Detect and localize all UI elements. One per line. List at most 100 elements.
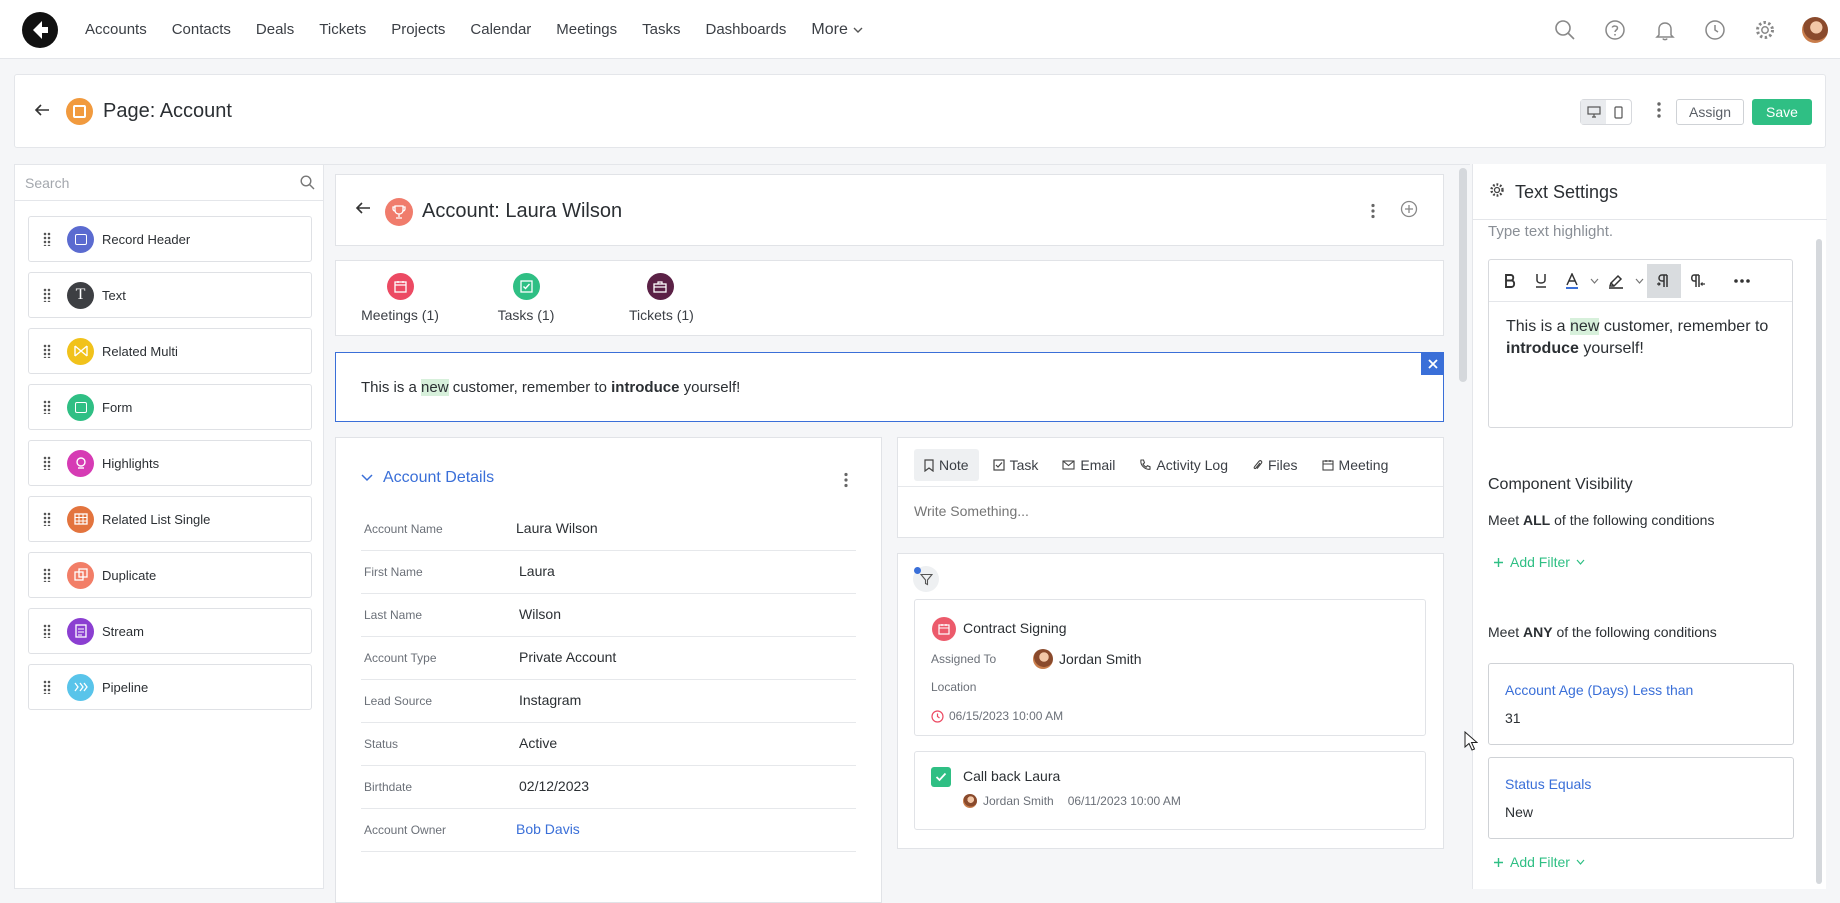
field-label: Lead Source [364, 694, 433, 708]
drag-handle-icon[interactable] [43, 232, 51, 246]
nav-dashboards[interactable]: Dashboards [706, 21, 787, 38]
meeting-activity[interactable]: Contract Signing Assigned To Jordan Smit… [914, 599, 1426, 736]
mobile-view-icon[interactable] [1606, 100, 1631, 124]
bell-icon[interactable] [1640, 0, 1690, 59]
user-avatar[interactable] [1790, 0, 1840, 59]
drag-handle-icon[interactable] [43, 288, 51, 302]
settings-scrollbar[interactable] [1816, 239, 1822, 884]
field-row: Account Owner Bob Davis [361, 809, 856, 852]
desktop-view-icon[interactable] [1581, 100, 1606, 124]
chevron-down-icon[interactable] [1631, 264, 1647, 298]
component-label: Record Header [102, 231, 191, 247]
record-more-icon[interactable] [1371, 203, 1375, 222]
component-duplicate[interactable]: Duplicate [28, 552, 312, 598]
field-row: Last Name Wilson [361, 594, 856, 637]
account-owner-link[interactable]: Bob Davis [516, 821, 580, 837]
add-circle-icon[interactable] [1400, 200, 1418, 221]
task-done-checkbox[interactable] [931, 767, 951, 787]
plus-icon [1494, 557, 1503, 567]
nav-tasks[interactable]: Tasks [642, 21, 680, 38]
clock-icon[interactable] [1690, 0, 1740, 59]
assign-button[interactable]: Assign [1676, 99, 1744, 125]
settings-title: Text Settings [1515, 182, 1619, 202]
component-record-header[interactable]: Record Header [28, 216, 312, 262]
tab-files[interactable]: Files [1242, 449, 1308, 481]
component-text[interactable]: T Text [28, 272, 312, 318]
note-input[interactable] [914, 503, 1414, 519]
bold-icon[interactable] [1495, 264, 1525, 298]
back-arrow-icon[interactable] [354, 200, 372, 219]
related-tickets[interactable]: Tickets (1) [629, 273, 694, 323]
component-related-list-single[interactable]: Related List Single [28, 496, 312, 542]
help-icon[interactable] [1590, 0, 1640, 59]
related-list-icon [67, 505, 94, 533]
related-tasks[interactable]: Tasks (1) [497, 273, 555, 323]
nav-meetings[interactable]: Meetings [556, 21, 617, 38]
tab-email[interactable]: Email [1052, 449, 1125, 481]
component-search [15, 165, 323, 201]
search-icon[interactable] [1540, 0, 1590, 59]
add-filter-label: Add Filter [1510, 554, 1570, 570]
filter-active-dot [914, 567, 921, 574]
font-color-icon[interactable] [1557, 264, 1587, 298]
component-stream[interactable]: Stream [28, 608, 312, 654]
tab-meeting[interactable]: Meeting [1312, 449, 1399, 481]
drag-handle-icon[interactable] [43, 344, 51, 358]
assignee-name: Jordan Smith [1059, 651, 1142, 667]
app-logo[interactable] [22, 12, 58, 48]
add-filter-any-button[interactable]: Add Filter [1493, 854, 1585, 870]
rtl-direction-icon[interactable] [1681, 264, 1715, 298]
ltr-direction-icon[interactable] [1647, 263, 1681, 298]
back-arrow-icon[interactable] [33, 102, 51, 121]
search-input[interactable] [15, 165, 295, 201]
nav-accounts[interactable]: Accounts [85, 21, 147, 38]
chevron-down-icon[interactable] [1587, 264, 1601, 298]
nav-calendar[interactable]: Calendar [470, 21, 531, 38]
nav-tickets[interactable]: Tickets [319, 21, 366, 38]
underline-icon[interactable] [1525, 264, 1557, 298]
filter-icon[interactable] [913, 566, 939, 592]
component-label: Duplicate [102, 567, 157, 583]
condition-card[interactable]: Status Equals New [1488, 757, 1794, 839]
drag-handle-icon[interactable] [43, 512, 51, 526]
record-header[interactable]: Account: Laura Wilson [335, 174, 1444, 246]
drag-handle-icon[interactable] [43, 456, 51, 470]
add-filter-all-button[interactable]: Add Filter [1493, 554, 1585, 570]
related-meetings[interactable]: Meetings (1) [361, 273, 439, 323]
component-pipeline[interactable]: Pipeline [28, 664, 312, 710]
close-icon[interactable] [1421, 352, 1444, 375]
drag-handle-icon[interactable] [43, 400, 51, 414]
drag-handle-icon[interactable] [43, 680, 51, 694]
canvas-scrollbar[interactable] [1459, 168, 1467, 382]
component-related-multi[interactable]: Related Multi [28, 328, 312, 374]
meet-any-post: of the following conditions [1552, 624, 1717, 640]
rich-text-editor: This is a new customer, remember to intr… [1488, 259, 1793, 428]
drag-handle-icon[interactable] [43, 624, 51, 638]
details-header[interactable]: Account Details [361, 469, 494, 487]
page-more-icon[interactable] [1657, 101, 1661, 122]
component-form[interactable]: Form [28, 384, 312, 430]
save-button[interactable]: Save [1752, 99, 1812, 125]
nav-contacts[interactable]: Contacts [172, 21, 231, 38]
tab-note[interactable]: Note [914, 449, 979, 481]
text-component-selected[interactable]: This is a new customer, remember to intr… [335, 352, 1444, 422]
page-header: Page: Account Assign Save [14, 74, 1826, 148]
task-activity[interactable]: Call back Laura Jordan Smith 06/11/2023 1… [914, 751, 1426, 830]
details-more-icon[interactable] [844, 472, 848, 491]
nav-deals[interactable]: Deals [256, 21, 294, 38]
highlighter-icon[interactable] [1601, 264, 1631, 298]
settings-gear-icon[interactable] [1740, 0, 1790, 59]
nav-more-menu[interactable]: More [811, 21, 863, 39]
editor-content[interactable]: This is a new customer, remember to intr… [1506, 316, 1786, 360]
more-options-icon[interactable] [1725, 264, 1759, 298]
search-icon[interactable] [300, 175, 315, 193]
tab-activity-log[interactable]: Activity Log [1129, 449, 1238, 481]
add-filter-label: Add Filter [1510, 854, 1570, 870]
composer-tabs: Note Task Email Activity Log Files Meeti… [914, 448, 1402, 482]
drag-handle-icon[interactable] [43, 568, 51, 582]
tab-task[interactable]: Task [983, 449, 1049, 481]
condition-card[interactable]: Account Age (Days) Less than 31 [1488, 663, 1794, 745]
location-label: Location [931, 680, 977, 694]
nav-projects[interactable]: Projects [391, 21, 445, 38]
component-highlights[interactable]: Highlights [28, 440, 312, 486]
